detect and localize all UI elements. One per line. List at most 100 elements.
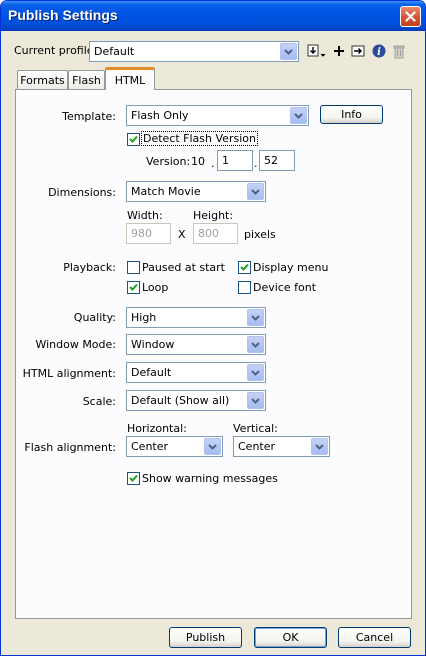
template-value: Flash Only bbox=[131, 109, 189, 122]
width-label: Width: bbox=[127, 209, 163, 222]
template-label: Template: bbox=[62, 110, 116, 123]
trash-icon bbox=[393, 45, 405, 58]
info-button-label: Info bbox=[341, 108, 362, 121]
publish-button[interactable]: Publish bbox=[169, 627, 242, 648]
pixels-unit: pixels bbox=[244, 228, 276, 241]
horizontal-label: Horizontal: bbox=[127, 422, 187, 435]
chevron-down-icon bbox=[251, 341, 260, 348]
html-alignment-dropdown-button[interactable] bbox=[247, 364, 264, 381]
html-alignment-value: Default bbox=[131, 366, 172, 379]
chevron-down-icon bbox=[251, 369, 260, 376]
chevron-down-icon bbox=[208, 443, 217, 450]
scale-value: Default (Show all) bbox=[131, 394, 230, 407]
device-font-checkbox[interactable] bbox=[238, 281, 251, 294]
dimensions-value: Match Movie bbox=[131, 185, 201, 198]
tab-html-label: HTML bbox=[114, 73, 146, 87]
vertical-dropdown-button[interactable] bbox=[311, 438, 328, 455]
window-mode-label: Window Mode: bbox=[35, 338, 116, 351]
device-font-label[interactable]: Device font bbox=[253, 281, 316, 294]
duplicate-profile-button[interactable] bbox=[349, 41, 369, 61]
html-alignment-label: HTML alignment: bbox=[22, 367, 116, 380]
playback-label: Playback: bbox=[63, 261, 116, 274]
width-input[interactable]: 980 bbox=[126, 223, 171, 244]
horizontal-alignment-value: Center bbox=[131, 440, 169, 453]
checkmark-icon bbox=[129, 283, 138, 291]
publish-button-label: Publish bbox=[185, 631, 226, 644]
info-icon: i bbox=[372, 44, 386, 58]
tab-html[interactable]: HTML bbox=[105, 67, 155, 90]
duplicate-icon bbox=[351, 45, 365, 57]
profile-properties-button[interactable]: i bbox=[369, 41, 389, 61]
display-menu-checkbox[interactable] bbox=[238, 261, 251, 274]
paused-at-start-checkbox[interactable] bbox=[127, 261, 140, 274]
template-dropdown-button[interactable] bbox=[290, 107, 307, 124]
quality-value: High bbox=[131, 311, 157, 324]
horizontal-alignment-select[interactable]: Center bbox=[126, 436, 223, 457]
plus-icon bbox=[334, 46, 344, 56]
loop-checkbox[interactable] bbox=[127, 281, 140, 294]
height-label: Height: bbox=[193, 209, 234, 222]
title-bar[interactable]: Publish Settings bbox=[1, 1, 425, 31]
horizontal-dropdown-button[interactable] bbox=[204, 438, 221, 455]
version-minor-input[interactable]: 1 bbox=[217, 150, 253, 171]
scale-select[interactable]: Default (Show all) bbox=[126, 390, 266, 411]
ok-button[interactable]: OK bbox=[254, 627, 327, 648]
vertical-alignment-select[interactable]: Center bbox=[233, 436, 330, 457]
detect-flash-checkbox[interactable] bbox=[127, 133, 140, 146]
show-warnings-label[interactable]: Show warning messages bbox=[142, 472, 278, 485]
import-export-icon bbox=[307, 44, 326, 57]
display-menu-label[interactable]: Display menu bbox=[253, 261, 328, 274]
cancel-button-label: Cancel bbox=[355, 631, 394, 644]
checkmark-icon bbox=[129, 474, 138, 482]
dimensions-x: X bbox=[178, 228, 186, 241]
loop-label[interactable]: Loop bbox=[142, 281, 168, 294]
import-export-button[interactable] bbox=[305, 41, 327, 61]
chevron-down-icon bbox=[251, 314, 260, 321]
profile-value: Default bbox=[94, 45, 135, 58]
vertical-alignment-value: Center bbox=[238, 440, 276, 453]
window-mode-select[interactable]: Window bbox=[126, 334, 266, 355]
quality-label: Quality: bbox=[73, 311, 116, 324]
dimensions-dropdown-button[interactable] bbox=[247, 183, 264, 200]
height-value: 800 bbox=[198, 227, 219, 240]
height-input[interactable]: 800 bbox=[193, 223, 238, 244]
scale-label: Scale: bbox=[82, 395, 116, 408]
cancel-button[interactable]: Cancel bbox=[338, 627, 411, 648]
svg-text:i: i bbox=[377, 47, 381, 58]
chevron-down-icon bbox=[315, 443, 324, 450]
add-profile-button[interactable] bbox=[329, 41, 349, 61]
close-icon bbox=[405, 11, 416, 22]
version-minor-value: 1 bbox=[222, 154, 229, 167]
version-major: 10 bbox=[191, 155, 205, 168]
version-revision-value: 52 bbox=[264, 154, 278, 167]
profile-select[interactable]: Default bbox=[89, 41, 299, 62]
close-button[interactable] bbox=[400, 6, 421, 27]
html-tab-panel: Template: Flash Only Info Detect Flash V… bbox=[15, 89, 412, 619]
paused-at-start-label[interactable]: Paused at start bbox=[142, 261, 225, 274]
flash-alignment-label: Flash alignment: bbox=[24, 441, 116, 454]
vertical-label: Vertical: bbox=[233, 422, 278, 435]
info-button[interactable]: Info bbox=[320, 105, 383, 124]
version-revision-input[interactable]: 52 bbox=[259, 150, 295, 171]
window-mode-dropdown-button[interactable] bbox=[247, 336, 264, 353]
quality-dropdown-button[interactable] bbox=[247, 309, 264, 326]
template-select[interactable]: Flash Only bbox=[126, 105, 309, 126]
scale-dropdown-button[interactable] bbox=[247, 392, 264, 409]
show-warnings-checkbox[interactable] bbox=[127, 472, 140, 485]
html-alignment-select[interactable]: Default bbox=[126, 362, 266, 383]
delete-profile-button[interactable] bbox=[389, 41, 409, 61]
ok-button-label: OK bbox=[282, 631, 299, 644]
tab-flash[interactable]: Flash bbox=[68, 70, 105, 90]
chevron-down-icon bbox=[284, 48, 293, 55]
tab-formats[interactable]: Formats bbox=[17, 70, 68, 90]
quality-select[interactable]: High bbox=[126, 307, 266, 328]
window-mode-value: Window bbox=[131, 338, 175, 351]
version-separator: . bbox=[254, 157, 258, 170]
profile-dropdown-button[interactable] bbox=[280, 43, 297, 60]
width-value: 980 bbox=[131, 227, 152, 240]
version-label: Version: bbox=[146, 155, 191, 168]
tab-flash-label: Flash bbox=[72, 74, 101, 87]
chevron-down-icon bbox=[251, 397, 260, 404]
detect-flash-label[interactable]: Detect Flash Version bbox=[141, 131, 258, 146]
dimensions-select[interactable]: Match Movie bbox=[126, 181, 266, 202]
